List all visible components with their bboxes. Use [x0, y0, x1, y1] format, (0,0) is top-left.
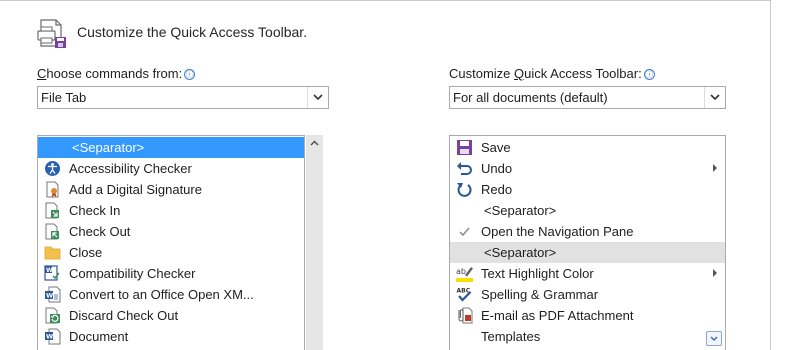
list-item-label: Templates	[481, 329, 541, 344]
list-item-label: Document	[69, 329, 129, 344]
list-item[interactable]: Open the Navigation Pane	[450, 221, 725, 242]
checkmark-icon	[459, 227, 470, 237]
toolbar-commands-list[interactable]: Save Undo Redo <Separator> Open the Navi…	[449, 135, 726, 350]
customize-toolbar-mnemonic: Q	[514, 66, 525, 81]
list-item-label: Add a Digital Signature	[69, 182, 202, 197]
list-item[interactable]: <Separator>	[450, 200, 725, 221]
discard-check-out-icon	[45, 307, 60, 324]
folder-icon	[44, 246, 61, 260]
list-item[interactable]: W Convert to an Office Open XM...	[38, 284, 304, 305]
quick-access-toolbar-icon	[37, 19, 66, 48]
redo-icon	[457, 183, 472, 197]
list-item[interactable]: Templates	[450, 326, 725, 347]
list-item[interactable]: E-mail as PDF Attachment	[450, 305, 725, 326]
customize-toolbar-label-prefix: Customize	[449, 66, 515, 81]
document-icon: W	[45, 328, 61, 345]
list-item-label: Compatibility Checker	[69, 266, 196, 281]
choose-commands-label-text: hoose commands from:	[46, 66, 183, 81]
info-icon[interactable]: ⓘ	[184, 69, 196, 80]
list-item-label: Accessibility Checker	[69, 161, 192, 176]
list-item-label: Undo	[481, 161, 513, 176]
email-pdf-icon	[458, 307, 473, 324]
list-item[interactable]: Close	[38, 242, 304, 263]
highlight-color-icon: ab	[456, 267, 473, 282]
commands-list[interactable]: <Separator> Accessibility Checker Add a …	[37, 135, 305, 350]
choose-commands-dropdown[interactable]: File Tab	[37, 86, 329, 109]
list-item-label: Close	[69, 245, 103, 260]
scroll-up-arrow-icon[interactable]	[306, 135, 323, 152]
svg-text:W: W	[46, 292, 53, 300]
convert-document-icon: W	[45, 286, 61, 303]
dialog-top-border	[0, 0, 770, 1]
chevron-down-icon	[710, 336, 718, 342]
list-item-label: Convert to an Office Open XM...	[69, 287, 254, 302]
check-out-icon	[45, 223, 59, 240]
digital-signature-icon	[46, 181, 59, 198]
list-item-label: Spelling & Grammar	[481, 287, 599, 302]
chevron-down-icon[interactable]	[704, 87, 725, 108]
list-item-label: Text Highlight Color	[481, 266, 594, 281]
list-item[interactable]: Discard Check Out	[38, 305, 304, 326]
dialog-title: Customize the Quick Access Toolbar.	[77, 24, 308, 40]
submenu-arrow-icon[interactable]	[713, 269, 717, 277]
list-item-label: <Separator>	[484, 203, 557, 218]
list-item-label: E-mail as PDF Attachment	[481, 308, 634, 323]
svg-text:W: W	[46, 333, 53, 341]
list-item-label: Redo	[481, 182, 513, 197]
list-item[interactable]: Undo	[450, 158, 725, 179]
list-item[interactable]: ABC Spelling & Grammar	[450, 284, 725, 305]
customize-toolbar-label: Customize Quick Access Toolbar: ⓘ	[449, 66, 655, 81]
list-item[interactable]: ab Text Highlight Color	[450, 263, 725, 284]
list-item[interactable]: <Separator>	[38, 137, 304, 158]
dialog-right-border	[770, 0, 771, 350]
list-item-label: Check Out	[69, 224, 131, 239]
undo-icon	[457, 162, 472, 175]
check-in-icon	[45, 202, 59, 219]
accessibility-checker-icon	[45, 161, 60, 176]
list-item[interactable]: Redo	[450, 179, 725, 200]
list-item[interactable]: Accessibility Checker	[38, 158, 304, 179]
list-item[interactable]: W Compatibility Checker	[38, 263, 304, 284]
choose-commands-mnemonic: C	[37, 66, 47, 81]
list-item-label: Check In	[69, 203, 121, 218]
list-item-label: Open the Navigation Pane	[481, 224, 634, 239]
submenu-arrow-icon[interactable]	[713, 164, 717, 172]
commands-list-scrollbar[interactable]	[306, 135, 323, 350]
customize-toolbar-dropdown[interactable]: For all documents (default)	[449, 86, 726, 109]
compatibility-checker-icon: W	[44, 265, 60, 281]
svg-text:W: W	[46, 267, 53, 274]
list-item[interactable]: Check Out	[38, 221, 304, 242]
list-item-label: Save	[481, 140, 511, 155]
list-item-label: <Separator>	[484, 245, 557, 260]
spelling-grammar-icon: ABC	[457, 288, 472, 302]
choose-commands-value: File Tab	[41, 90, 87, 105]
chevron-down-icon[interactable]	[307, 87, 328, 108]
info-icon[interactable]: ⓘ	[643, 69, 655, 80]
list-item[interactable]: Check In	[38, 200, 304, 221]
list-item[interactable]: Save	[450, 137, 725, 158]
list-item[interactable]: W Document	[38, 326, 304, 347]
customize-toolbar-value: For all documents (default)	[453, 90, 608, 105]
list-item-label: Discard Check Out	[69, 308, 179, 323]
scroll-down-button[interactable]	[706, 331, 722, 346]
customize-toolbar-label-text: uick Access Toolbar:	[524, 66, 642, 81]
save-icon	[457, 140, 472, 155]
list-item[interactable]: Add a Digital Signature	[38, 179, 304, 200]
list-item-label: <Separator>	[72, 140, 145, 155]
list-item[interactable]: <Separator>	[450, 242, 725, 263]
choose-commands-label: Choose commands from: ⓘ	[37, 66, 196, 81]
svg-text:ab: ab	[456, 267, 466, 276]
